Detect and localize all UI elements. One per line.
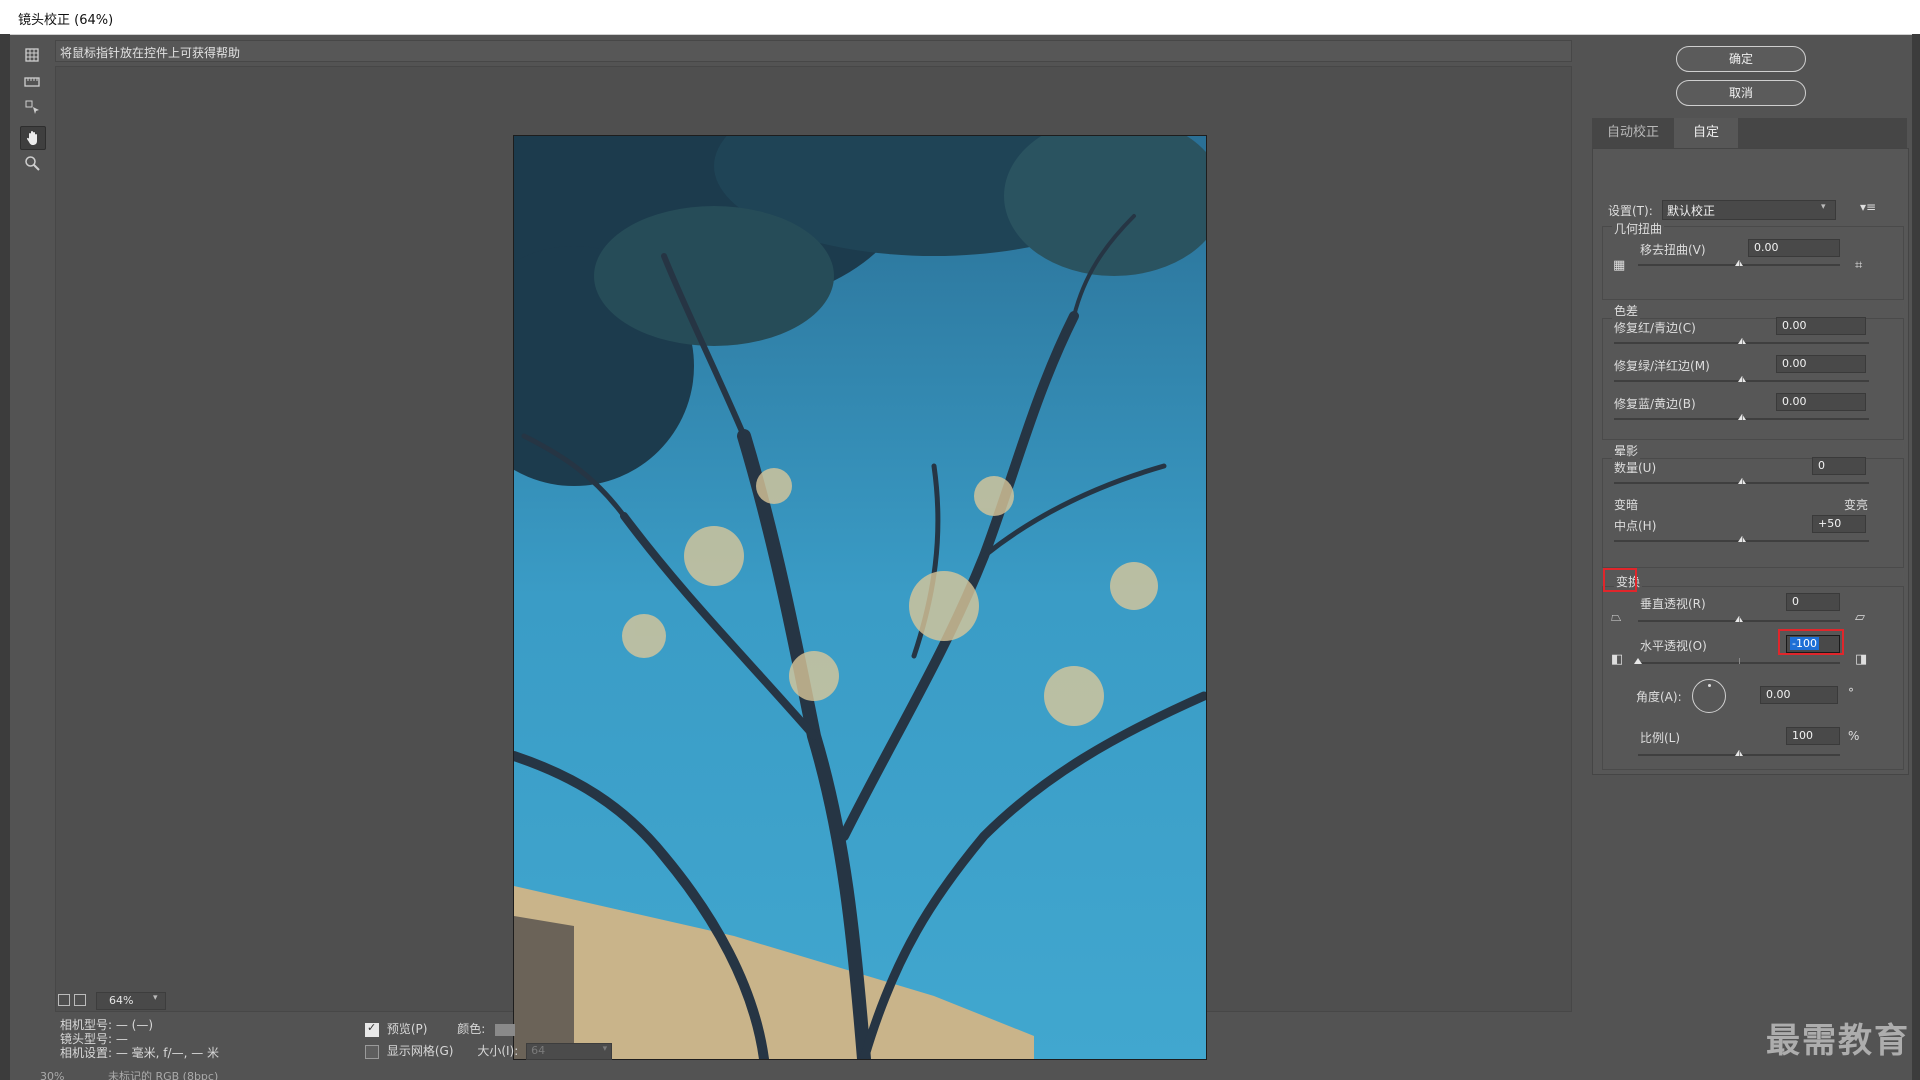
chromatic-aberration-group: [1602, 318, 1904, 440]
tree-photo-image: [514, 136, 1206, 1059]
slider-center-tick: [1741, 376, 1743, 382]
check-icon: ✓: [367, 1020, 377, 1034]
remove-distortion-input[interactable]: 0.00: [1748, 239, 1840, 257]
angle-unit: °: [1848, 686, 1854, 700]
preview-checkbox[interactable]: ✓: [365, 1020, 379, 1037]
tab-bar: 自动校正 自定: [1592, 118, 1907, 148]
actual-size-icon[interactable]: [74, 994, 86, 1006]
grid-size-field[interactable]: 64 ▾: [526, 1043, 613, 1060]
vignette-amount-label: 数量(U): [1614, 461, 1657, 475]
watermark-logo: 最需教育: [1766, 1021, 1910, 1061]
angle-dial[interactable]: [1692, 679, 1726, 713]
horizontal-perspective-label: 水平透视(O): [1640, 639, 1707, 653]
angle-dial-marker: [1708, 684, 1711, 687]
status-strip: 30% 未标记的 RGB (8bpc): [40, 1068, 400, 1080]
midpoint-label: 中点(H): [1614, 519, 1657, 533]
slider-center-tick: [1739, 616, 1740, 622]
red-cyan-input[interactable]: 0.00: [1776, 317, 1866, 335]
zoom-level-select[interactable]: 64% ▾: [96, 992, 166, 1010]
slider-center-tick: [1741, 414, 1743, 420]
color-label: 颜色:: [457, 1022, 486, 1036]
preview-canvas[interactable]: [55, 66, 1572, 1060]
cancel-button[interactable]: 取消: [1676, 80, 1806, 106]
tab-auto-correction[interactable]: 自动校正: [1592, 118, 1674, 148]
remove-distortion-tool-icon[interactable]: [20, 44, 44, 66]
zoom-tool-icon[interactable]: [20, 152, 44, 174]
horizontal-perspective-highlight: [1778, 629, 1844, 655]
fit-view-icon[interactable]: [58, 994, 70, 1006]
ok-button[interactable]: 确定: [1676, 46, 1806, 72]
correction-panel: 确定 取消 自动校正 自定 设置(T): 默认校正 ▾ ▾≡ 几何扭曲 移去扭曲…: [1580, 40, 1910, 1040]
slider-center-tick: [1739, 658, 1740, 664]
vignette-title: 晕影: [1612, 442, 1641, 459]
angle-label: 角度(A):: [1636, 690, 1682, 704]
pincushion-icon: ▦: [1613, 258, 1626, 273]
blue-yellow-input[interactable]: 0.00: [1776, 393, 1866, 411]
preview-photo[interactable]: [513, 135, 1207, 1060]
geometric-distortion-title: 几何扭曲: [1612, 220, 1665, 237]
barrel-icon: ⌗: [1855, 258, 1863, 273]
tool-palette: [16, 40, 48, 180]
preview-label: 预览(P): [386, 1022, 428, 1036]
slider-center-tick: [1741, 536, 1743, 542]
remove-distortion-label: 移去扭曲(V): [1640, 243, 1706, 257]
status-doc-info: 未标记的 RGB (8bpc): [107, 1070, 219, 1080]
midpoint-input[interactable]: +50: [1812, 515, 1866, 533]
horizontal-perspective-right-icon: ◨: [1855, 652, 1868, 667]
move-grid-tool-icon[interactable]: [20, 96, 44, 118]
vertical-perspective-input[interactable]: 0: [1786, 593, 1840, 611]
help-hint-bar: 将鼠标指针放在控件上可获得帮助: [55, 40, 1572, 62]
settings-label: 设置(T):: [1608, 204, 1653, 218]
slider-thumb[interactable]: [1634, 658, 1642, 664]
show-grid-label: 显示网格(G): [386, 1044, 454, 1058]
slider-center-tick: [1741, 478, 1743, 484]
vertical-perspective-label: 垂直透视(R): [1640, 597, 1706, 611]
slider-center-tick: [1739, 260, 1740, 266]
slider-center-tick: [1739, 750, 1740, 756]
vignette-amount-input[interactable]: 0: [1812, 457, 1866, 475]
grid-color-swatch[interactable]: [495, 1023, 516, 1036]
settings-select[interactable]: 默认校正 ▾: [1662, 200, 1836, 220]
help-hint-text: 将鼠标指针放在控件上可获得帮助: [60, 46, 241, 60]
camera-model: 相机型号: — (—): [60, 1018, 154, 1032]
scale-label: 比例(L): [1640, 731, 1681, 745]
camera-settings: 相机设置: — 毫米, f/—, — 米: [60, 1046, 220, 1060]
straighten-tool-icon[interactable]: [20, 70, 44, 92]
horizontal-perspective-left-icon: ◧: [1611, 652, 1624, 667]
chevron-down-icon: ▾: [1821, 202, 1826, 212]
grid-size-label: 大小(I):: [477, 1044, 519, 1058]
scale-input[interactable]: 100: [1786, 727, 1840, 745]
chevron-down-icon: ▾: [153, 993, 158, 1003]
chevron-down-icon: ▾: [602, 1044, 608, 1054]
green-magenta-label: 修复绿/洋红边(M): [1614, 359, 1710, 373]
vertical-perspective-up-icon: ⏥: [1855, 610, 1865, 625]
outer-left-edge: [0, 34, 10, 1080]
vertical-perspective-down-icon: ⏢: [1611, 610, 1622, 625]
lighten-label: 变亮: [1844, 498, 1869, 512]
show-grid-checkbox[interactable]: [365, 1044, 379, 1059]
transform-title-highlight: [1603, 568, 1637, 592]
slider-center-tick: [1741, 338, 1743, 344]
lens-model: 镜头型号: —: [60, 1032, 128, 1046]
red-cyan-label: 修复红/青边(C): [1614, 321, 1696, 335]
settings-menu-icon[interactable]: ▾≡: [1860, 200, 1876, 214]
green-magenta-input[interactable]: 0.00: [1776, 355, 1866, 373]
dialog-title: 镜头校正 (64%): [18, 13, 114, 28]
scale-unit: %: [1848, 729, 1860, 743]
dialog-titlebar: 镜头校正 (64%): [0, 0, 1920, 35]
angle-input[interactable]: 0.00: [1760, 686, 1838, 704]
darken-label: 变暗: [1614, 498, 1639, 512]
hand-tool-icon[interactable]: [20, 126, 46, 150]
status-zoom: 30%: [40, 1070, 65, 1080]
camera-info: 相机型号: — (—) 镜头型号: — 相机设置: — 毫米, f/—, — 米: [60, 1018, 219, 1060]
chromatic-aberration-title: 色差: [1612, 302, 1641, 319]
tab-custom[interactable]: 自定: [1674, 118, 1738, 148]
blue-yellow-label: 修复蓝/黄边(B): [1614, 397, 1696, 411]
outer-right-edge: [1912, 34, 1920, 1080]
